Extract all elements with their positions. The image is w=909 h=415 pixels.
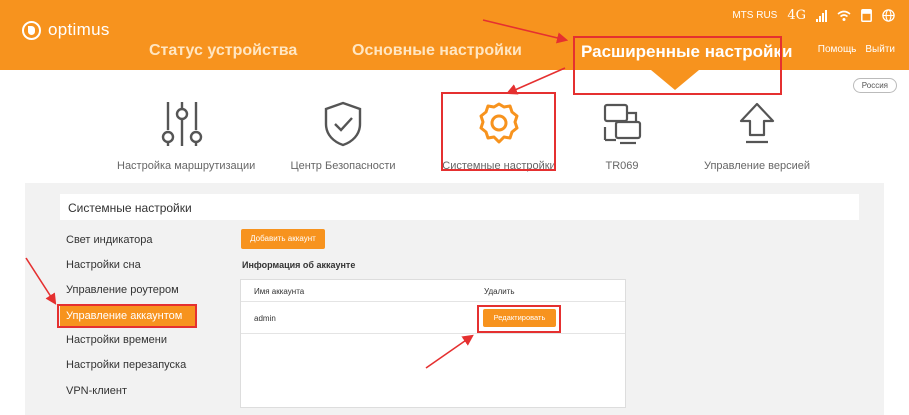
highlight-account-management <box>57 304 197 328</box>
add-account-button[interactable]: Добавить аккаунт <box>241 229 325 249</box>
tile-label: TR069 <box>605 160 639 172</box>
arrow-to-system-settings <box>505 67 566 95</box>
table-header: Имя аккаунта Удалить <box>241 280 625 302</box>
column-header-delete: Удалить <box>484 287 515 296</box>
brand-name: optimus <box>48 20 110 39</box>
tile-label: Управление версией <box>703 160 811 172</box>
tile-security-center[interactable]: Центр Безопасности <box>278 98 408 172</box>
tile-label: Настройка маршрутизации <box>117 160 256 172</box>
account-info-heading: Информация об аккаунте <box>242 260 356 270</box>
accounts-table: Имя аккаунта Удалить admin Редактировать <box>240 279 626 408</box>
highlight-edit-button <box>477 305 561 333</box>
column-header-account-name: Имя аккаунта <box>254 287 305 296</box>
status-bar: MTS RUS 4G <box>732 8 895 23</box>
signal-icon <box>816 9 827 22</box>
network-type: 4G <box>787 8 806 23</box>
brand-logo[interactable]: optimus <box>22 20 110 40</box>
panel-title: Системные настройки <box>60 194 859 220</box>
upload-arrow-icon <box>692 98 822 150</box>
sidebar-item-reboot-settings[interactable]: Настройки перезапуска <box>66 359 186 371</box>
tile-routing-settings[interactable]: Настройка маршрутизации <box>117 98 256 172</box>
sidebar-item-sleep-settings[interactable]: Настройки сна <box>66 259 141 271</box>
tile-version-management[interactable]: Управление версией <box>692 98 822 172</box>
account-name-cell: admin <box>254 314 276 323</box>
highlight-advanced-settings <box>573 36 782 95</box>
wifi-icon <box>837 10 851 22</box>
globe-icon[interactable] <box>882 9 895 22</box>
sidebar-item-vpn-client[interactable]: VPN-клиент <box>66 385 127 397</box>
table-row: admin Редактировать <box>241 302 625 334</box>
nav-tab-device-status[interactable]: Статус устройства <box>149 42 297 60</box>
highlight-system-settings <box>441 92 556 171</box>
nav-tab-basic-settings[interactable]: Основные настройки <box>352 42 522 60</box>
shield-check-icon <box>278 98 408 150</box>
operator-name: MTS RUS <box>732 10 778 21</box>
tile-label: Центр Безопасности <box>290 160 396 172</box>
sidebar-item-router-management[interactable]: Управление роутером <box>66 284 179 296</box>
sidebar-item-indicator-light[interactable]: Свет индикатора <box>66 234 153 246</box>
devices-icon <box>557 98 687 150</box>
optimus-logo-icon <box>22 20 41 40</box>
sim-card-icon <box>861 9 872 22</box>
logout-link[interactable]: Выйти <box>865 44 895 55</box>
sidebar-item-time-settings[interactable]: Настройки времени <box>66 334 167 346</box>
tile-tr069[interactable]: TR069 <box>557 98 687 172</box>
sliders-icon <box>117 98 247 150</box>
help-link[interactable]: Помощь <box>818 44 857 55</box>
region-selector[interactable]: Россия <box>852 78 897 93</box>
